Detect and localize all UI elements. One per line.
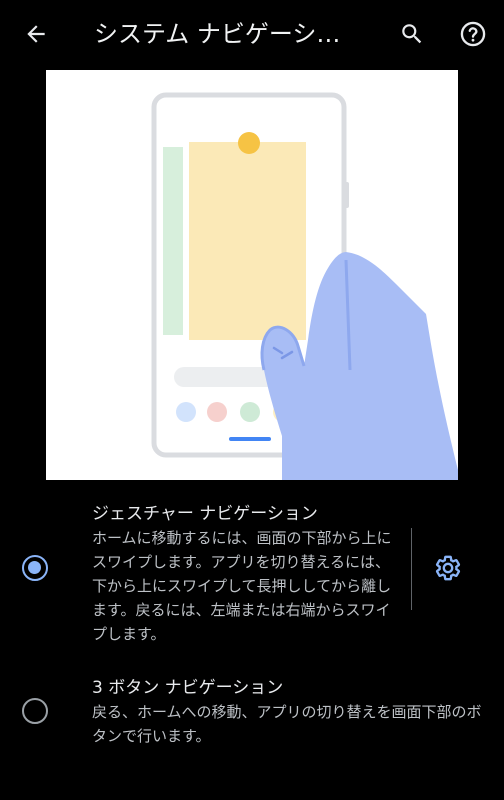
search-button[interactable] [390, 12, 434, 56]
search-icon [402, 24, 422, 44]
gesture-navigation-illustration [46, 70, 458, 480]
top-app-bar: システム ナビゲーシ… [0, 0, 504, 68]
gesture-settings-button[interactable] [428, 548, 468, 588]
gesture-navigation-description: ホームに移動するには、画面の下部から上にスワイプします。アプリを切り替えるには、… [92, 529, 392, 643]
help-button[interactable] [451, 12, 495, 56]
three-button-navigation-description: 戻る、ホームへの移動、アプリの切り替えを画面下部のボタンで行います。 [92, 703, 482, 745]
back-button[interactable] [14, 12, 58, 56]
gesture-navigation-radio[interactable] [22, 555, 48, 581]
arrow-back-icon [27, 25, 45, 43]
gesture-navigation-title: ジェスチャー ナビゲーション [92, 504, 318, 524]
page-title: システム ナビゲーシ… [94, 20, 341, 48]
help-icon [460, 21, 486, 47]
option-divider [411, 528, 412, 610]
three-button-navigation-title: 3 ボタン ナビゲーション [92, 678, 284, 698]
three-button-navigation-radio[interactable] [22, 698, 48, 724]
gear-icon [435, 555, 461, 581]
three-button-navigation-option[interactable]: 3 ボタン ナビゲーション 戻る、ホームへの移動、アプリの切り替えを画面下部のボ… [0, 676, 504, 748]
